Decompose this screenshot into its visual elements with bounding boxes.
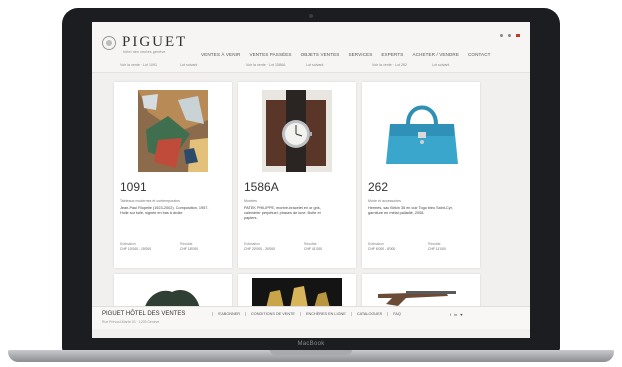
subheader-link[interactable]: Voir la vente · Lot 1586A (246, 63, 285, 67)
lot-category: Tableaux modernes et contemporains (120, 199, 180, 203)
lot-subheader: Voir la vente · Lot 1091 Lot suivant Voi… (92, 60, 530, 73)
result-label: Résultat (428, 242, 441, 246)
lot-description: Jean-Paul Riopelle (1923-2002). Composit… (120, 206, 209, 215)
lot-number[interactable]: 1586A (244, 180, 279, 194)
main-nav: VENTES À VENIR VENTES PASSÉES OBJETS VEN… (201, 52, 500, 57)
estimate-label: Estimation (120, 242, 136, 246)
footer-links: S'ABONNER CONDITIONS DE VENTE ENCHÈRES E… (212, 312, 406, 316)
footer-title: PIGUET HÔTEL DES VENTES (102, 311, 186, 317)
lot-card[interactable]: 1586A Montres PATEK PHILIPPE, montre-bra… (238, 82, 356, 268)
logo-subtitle: hôtel des ventes genève (123, 50, 166, 54)
estimate-label: Estimation (244, 242, 260, 246)
lot-image-handbag[interactable] (384, 96, 460, 166)
subheader-link[interactable]: Voir la vente · Lot 1091 (120, 63, 157, 67)
language-flag-icon[interactable] (516, 34, 520, 37)
logo-icon[interactable] (102, 36, 116, 50)
nav-item-upcoming[interactable]: VENTES À VENIR (201, 52, 240, 57)
lot-card[interactable]: 1091 Tableaux modernes et contemporains … (114, 82, 232, 268)
lot-category: Mode et accessoires (368, 199, 401, 203)
subheader-link[interactable]: Voir la vente · Lot 262 (372, 63, 407, 67)
nav-item-objects[interactable]: OBJETS VENTES (301, 52, 340, 57)
nav-item-buy-sell[interactable]: ACHETER / VENDRE (412, 52, 459, 57)
camera-icon (309, 14, 313, 18)
estimate-value: CHF 10'000 - 15'000 (120, 247, 152, 251)
laptop-notch (270, 350, 352, 355)
lot-number[interactable]: 262 (368, 180, 388, 194)
lot-number[interactable]: 1091 (120, 180, 147, 194)
site-header: PIGUET hôtel des ventes genève VENTES À … (92, 22, 530, 60)
estimate-value: CHF 6'000 - 8'000 (368, 247, 396, 251)
site-logo[interactable]: PIGUET (122, 34, 187, 51)
nav-item-past[interactable]: VENTES PASSÉES (249, 52, 291, 57)
nav-item-services[interactable]: SERVICES (348, 52, 372, 57)
subheader-link[interactable]: Lot suivant (180, 63, 197, 67)
footer-link-catalogues[interactable]: CATALOGUES (350, 312, 387, 316)
header-tools (500, 34, 520, 37)
linkedin-icon[interactable]: in (454, 312, 457, 317)
result-value: CHF 41'000 (304, 247, 322, 251)
estimate-value: CHF 20'000 - 30'000 (244, 247, 276, 251)
footer-link-conditions[interactable]: CONDITIONS DE VENTE (245, 312, 300, 316)
result-label: Résultat (180, 242, 193, 246)
nav-item-experts[interactable]: EXPERTS (381, 52, 403, 57)
lot-image-pistol[interactable] (376, 286, 466, 306)
site-footer: PIGUET HÔTEL DES VENTES Rue Prévost-Mart… (92, 306, 530, 329)
lot-category: Montres (244, 199, 257, 203)
subheader-link[interactable]: Lot suivant (306, 63, 323, 67)
account-icon[interactable] (508, 34, 511, 37)
lot-description: PATEK PHILIPPE, montre-bracelet en or gr… (244, 206, 321, 220)
lot-description: Hermès, sac Birkin 35 en cuir Togo bleu … (368, 206, 453, 215)
search-icon[interactable] (500, 34, 503, 37)
lot-image-painting[interactable] (138, 90, 208, 172)
footer-link-subscribe[interactable]: S'ABONNER (212, 312, 245, 316)
footer-social: f in ♥ (450, 312, 463, 317)
footer-link-online-bidding[interactable]: ENCHÈRES EN LIGNE (299, 312, 351, 316)
result-value: CHF 11'000 (428, 247, 446, 251)
lot-card[interactable]: 262 Mode et accessoires Hermès, sac Birk… (362, 82, 480, 268)
laptop-screen: PIGUET hôtel des ventes genève VENTES À … (92, 22, 530, 338)
footer-address: Rue Prévost-Martin 51 · 1205 Genève (102, 320, 160, 324)
estimate-label: Estimation (368, 242, 384, 246)
heart-icon[interactable]: ♥ (460, 312, 462, 317)
result-value: CHF 18'000 (180, 247, 198, 251)
subheader-link[interactable]: Lot suivant (432, 63, 449, 67)
device-label: MacBook (297, 341, 325, 347)
nav-item-contact[interactable]: CONTACT (468, 52, 491, 57)
lot-image-watch[interactable] (262, 90, 332, 172)
footer-link-faq[interactable]: FAQ (387, 312, 406, 316)
facebook-icon[interactable]: f (450, 312, 451, 317)
result-label: Résultat (304, 242, 317, 246)
